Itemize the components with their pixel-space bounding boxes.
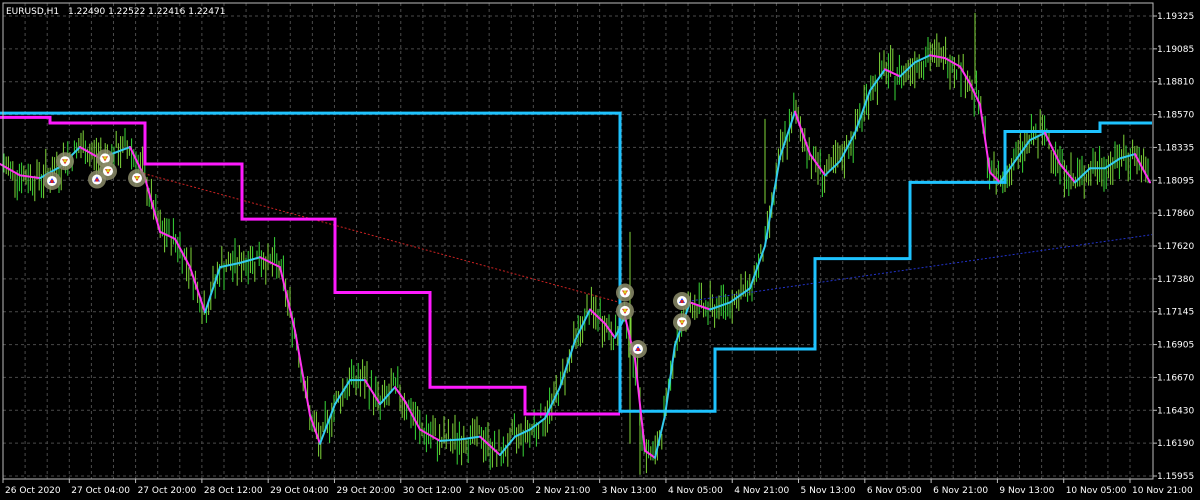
x-tick-label: 29 Oct 04:00: [270, 486, 329, 496]
buy-marker-icon[interactable]: [673, 292, 691, 311]
x-tick-label: 6 Nov 05:00: [867, 486, 922, 496]
y-tick-label: 1.18570: [1157, 111, 1194, 121]
sell-marker-icon[interactable]: [616, 301, 634, 320]
sell-marker-icon[interactable]: [128, 169, 146, 188]
x-tick-label: 27 Oct 04:00: [71, 486, 130, 496]
y-tick-label: 1.19325: [1157, 12, 1194, 22]
y-tick-label: 1.17860: [1157, 209, 1194, 219]
smooth-line-segment: [439, 438, 461, 442]
x-tick-label: 2 Nov 05:00: [469, 486, 524, 496]
x-tick-label: 4 Nov 21:00: [734, 486, 789, 496]
x-tick-label: 10 Nov 21:00: [1132, 486, 1193, 496]
x-tick-label: 27 Oct 20:00: [138, 486, 197, 496]
x-tick-label: 10 Nov 05:00: [1066, 486, 1127, 496]
ohlc-label: 1.22490 1.22522 1.22416 1.22471: [68, 7, 225, 17]
x-tick-label: 29 Oct 20:00: [336, 486, 395, 496]
x-tick-label: 6 Nov 21:00: [933, 486, 988, 496]
y-tick-label: 1.19085: [1157, 45, 1194, 55]
y-tick-label: 1.17145: [1157, 308, 1194, 318]
buy-marker-icon[interactable]: [629, 340, 647, 359]
y-tick-label: 1.18810: [1157, 78, 1194, 88]
y-tick-label: 1.16190: [1157, 439, 1194, 449]
sell-marker-icon[interactable]: [616, 283, 634, 302]
y-tick-label: 1.18335: [1157, 143, 1194, 153]
x-tick-label: 3 Nov 13:00: [602, 486, 657, 496]
price-chart[interactable]: 1.19325 1.19085 1.18810 1.18570 1.18335 1.180…: [0, 0, 1200, 500]
symbol-label: EURUSD,H1: [6, 7, 59, 17]
y-tick-label: 1.17620: [1157, 242, 1194, 252]
y-tick-label: 1.16670: [1157, 373, 1194, 383]
y-tick-label: 1.16430: [1157, 406, 1194, 416]
x-tick-label: 28 Oct 12:00: [204, 486, 263, 496]
sell-marker-icon[interactable]: [99, 162, 117, 181]
sell-marker-icon[interactable]: [673, 313, 691, 332]
x-tick-label: 30 Oct 12:00: [403, 486, 462, 496]
price-axis[interactable]: 1.19325 1.19085 1.18810 1.18570 1.18335 1.180…: [1153, 12, 1194, 482]
y-tick-label: 1.17380: [1157, 275, 1194, 285]
x-tick-label: 9 Nov 13:00: [999, 486, 1054, 496]
sell-marker-icon[interactable]: [56, 152, 74, 171]
y-tick-label: 1.15955: [1157, 472, 1194, 482]
x-tick-label: 2 Nov 21:00: [535, 486, 590, 496]
x-tick-label: 5 Nov 13:00: [801, 486, 856, 496]
y-tick-label: 1.16905: [1157, 341, 1194, 351]
buy-marker-icon[interactable]: [43, 171, 61, 190]
x-tick-label: 4 Nov 05:00: [668, 486, 723, 496]
y-tick-label: 1.18095: [1157, 176, 1194, 186]
x-tick-label: 26 Oct 2020: [5, 486, 61, 496]
